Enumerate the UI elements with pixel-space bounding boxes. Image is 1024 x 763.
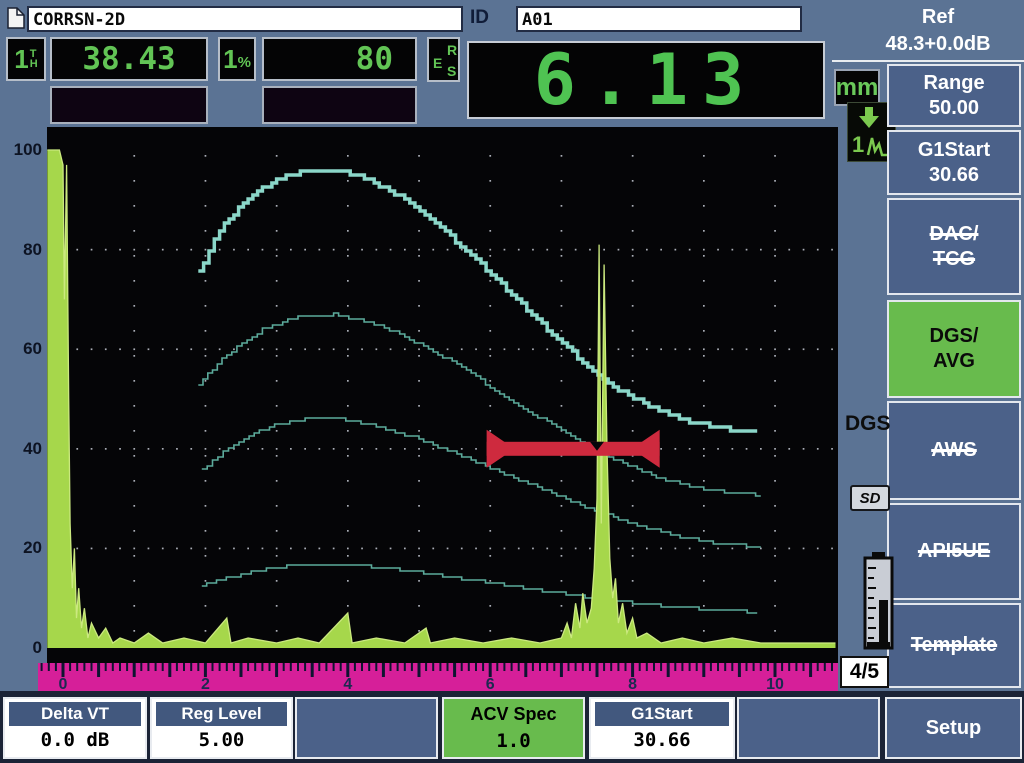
filename-input[interactable]: CORRSN-2D xyxy=(27,6,463,32)
softkey-aws[interactable]: AWS xyxy=(887,401,1021,500)
softkey-range[interactable]: Range 50.00 xyxy=(887,64,1021,127)
param-empty-1 xyxy=(295,697,438,759)
measurement1-label: 1 T H xyxy=(6,37,46,81)
file-icon xyxy=(7,7,25,29)
y-axis-label-80: 80 xyxy=(2,240,42,260)
param-empty-2 xyxy=(737,697,880,759)
sidebar-divider xyxy=(832,60,1024,62)
main-reading-box: 6.13 xyxy=(467,41,825,119)
y-axis-label-20: 20 xyxy=(2,538,42,558)
ers-icon: E R S xyxy=(427,37,460,82)
dgs-curve-2 xyxy=(198,313,761,496)
ref-label: Ref xyxy=(855,4,1021,31)
svg-text:1: 1 xyxy=(852,132,864,157)
gate-number: 1 xyxy=(14,44,28,75)
dgs-curve-3 xyxy=(202,418,761,547)
svg-text:2: 2 xyxy=(201,676,210,691)
device-screen: CORRSN-2D ID A01 1 T H 38.43 1 % 80 E R … xyxy=(0,0,1024,763)
svg-text:0: 0 xyxy=(59,676,68,691)
softkey-g1start[interactable]: G1Start 30.66 xyxy=(887,130,1021,195)
sd-card-icon: SD xyxy=(850,485,890,511)
measurement4-empty-box xyxy=(262,86,417,124)
y-axis-label-0: 0 xyxy=(2,638,42,658)
y-axis-label-100: 100 xyxy=(2,140,42,160)
param-setup[interactable]: Setup xyxy=(885,697,1022,759)
battery-icon xyxy=(863,552,894,650)
svg-text:4: 4 xyxy=(343,676,352,691)
softkey-page-indicator: 4/5 xyxy=(840,656,889,688)
dgs-main-curve xyxy=(198,171,757,431)
thickness-readout: 38.43 xyxy=(50,37,208,81)
measurement2-label: 1 % xyxy=(218,37,256,81)
dgs-mode-label: DGS xyxy=(845,412,891,436)
grid-dots xyxy=(62,155,833,632)
id-input[interactable]: A01 xyxy=(516,6,802,32)
param-acv-spec[interactable]: ACV Spec 1.0 xyxy=(442,697,585,759)
reference-gain: Ref 48.3+0.0dB xyxy=(855,4,1021,58)
softkey-dac-tcg[interactable]: DAC/ TCG xyxy=(887,198,1021,295)
id-label: ID xyxy=(470,7,489,29)
y-axis-label-40: 40 xyxy=(2,439,42,459)
units-badge: mm xyxy=(834,69,880,106)
measurement3-empty-box xyxy=(50,86,208,124)
softkey-dgs-avg[interactable]: DGS/ AVG xyxy=(887,300,1021,398)
param-delta-vt[interactable]: Delta VT 0.0 dB xyxy=(3,697,147,759)
svg-text:10: 10 xyxy=(766,676,784,691)
ascan-plot xyxy=(47,127,838,663)
softkey-api5ue[interactable]: API5UE xyxy=(887,503,1021,600)
y-axis-label-60: 60 xyxy=(2,339,42,359)
main-reading: 6.13 xyxy=(534,39,759,121)
param-g1start[interactable]: G1Start 30.66 xyxy=(589,697,735,759)
amplitude-readout: 80 xyxy=(262,37,417,81)
svg-text:6: 6 xyxy=(486,676,495,691)
range-ruler: 0 2 4 6 8 10 xyxy=(38,663,838,691)
dgs-curve-4 xyxy=(202,565,757,613)
softkey-template[interactable]: Template xyxy=(887,603,1021,688)
ref-value: 48.3+0.0dB xyxy=(855,31,1021,58)
param-reg-level[interactable]: Reg Level 5.00 xyxy=(150,697,293,759)
svg-text:8: 8 xyxy=(628,676,637,691)
